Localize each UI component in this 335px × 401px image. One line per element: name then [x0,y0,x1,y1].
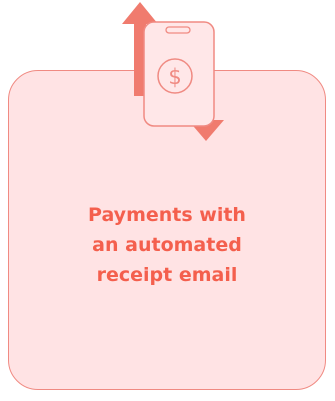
caption-line-2: an automated [92,234,242,256]
card-caption: Payments with an automated receipt email [8,200,326,290]
caption-line-3: receipt email [96,264,238,286]
coin-symbol: $ [168,65,181,89]
caption-line-1: Payments with [88,204,246,226]
phone-dollar-transfer-icon: $ [122,2,224,141]
